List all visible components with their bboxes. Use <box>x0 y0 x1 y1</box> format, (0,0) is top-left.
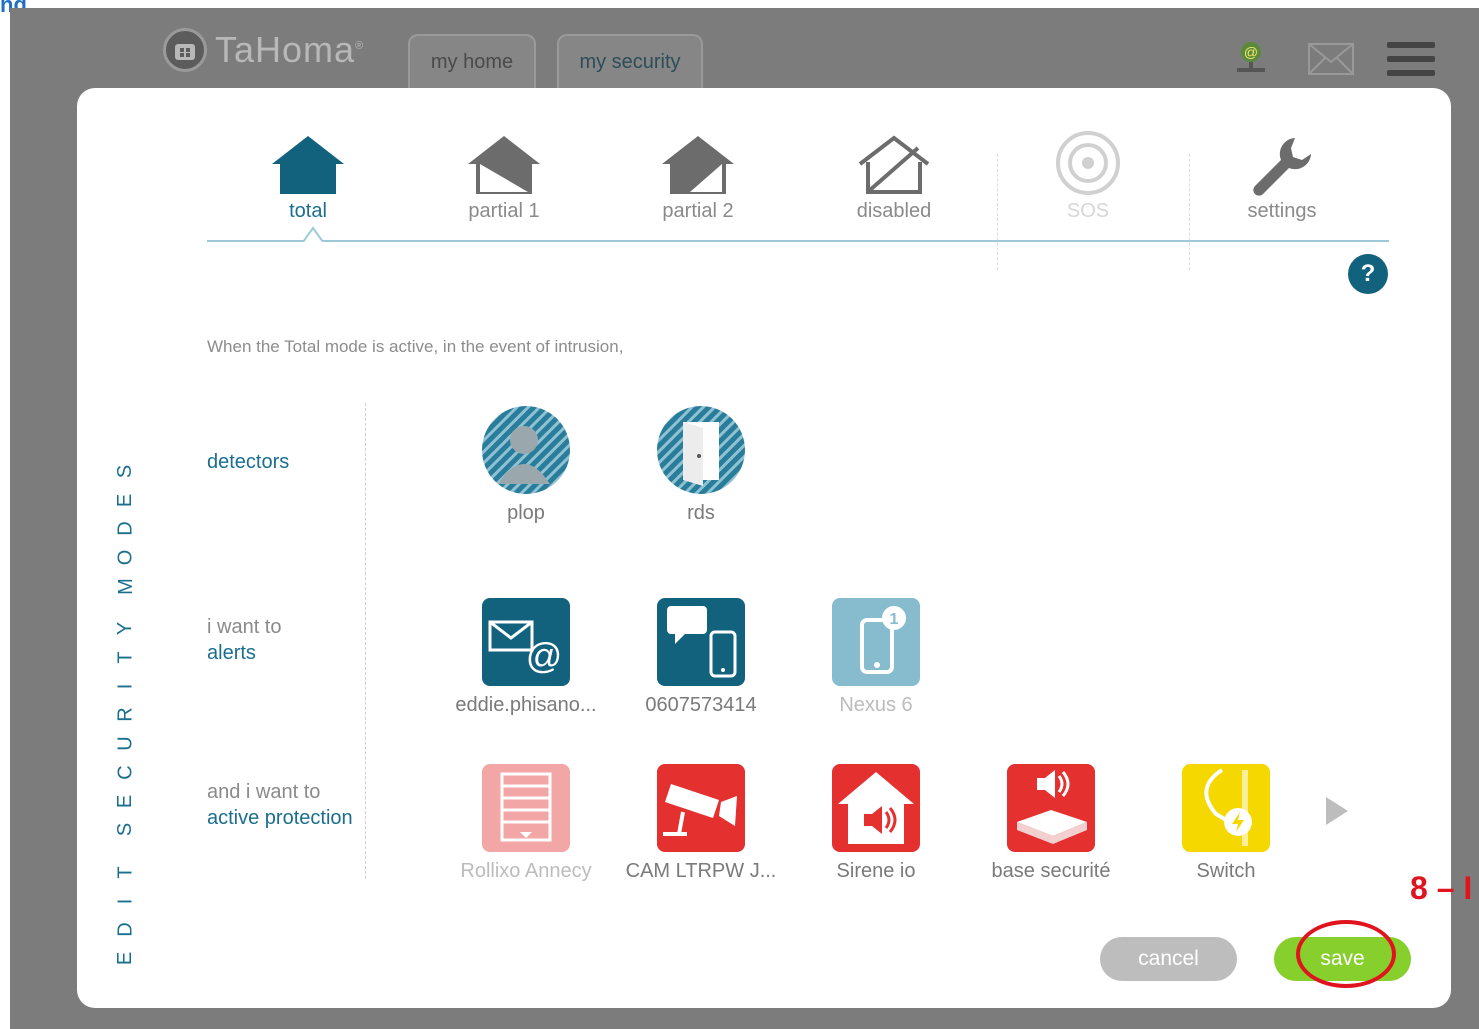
tab-underline <box>207 240 1389 242</box>
email-alert-icon: @ <box>482 598 570 686</box>
edit-security-modes-dialog: S E D O M Y T I R U C E S T I D E total … <box>77 88 1451 1008</box>
wrench-icon <box>1207 118 1357 196</box>
title-letter: D <box>114 521 137 537</box>
title-letter: I <box>114 898 137 904</box>
step-annotation: 8 – I <box>1410 870 1473 906</box>
menu-icon[interactable] <box>1387 38 1435 80</box>
siren-house-icon <box>832 764 920 852</box>
title-letter: E <box>114 794 137 808</box>
tab-label: settings <box>1247 200 1317 222</box>
house-partial-1-icon <box>429 118 579 196</box>
tab-my-home[interactable]: my home <box>408 34 536 88</box>
app-name: TaHoma® <box>215 29 365 70</box>
camera-icon <box>657 764 745 852</box>
item-caption: Switch <box>1196 860 1256 882</box>
title-letter: C <box>114 765 137 780</box>
title-letter: U <box>114 736 137 751</box>
vertical-title: S E D O M Y T I R U C E S T I D E <box>111 460 141 970</box>
alert-nexus-6[interactable]: 1 Nexus 6 <box>796 598 956 717</box>
row-label-prefix: and i want to <box>207 781 321 803</box>
item-caption: Sirene io <box>836 860 916 882</box>
phone-notification-icon: 1 <box>832 598 920 686</box>
alerts-label: i want to alerts <box>207 614 281 666</box>
item-caption: CAM LTRPW J... <box>625 860 777 882</box>
row-label: alerts <box>207 642 256 664</box>
title-letter: T <box>114 651 137 664</box>
tab-label: partial 1 <box>468 200 540 222</box>
tab-disabled[interactable]: disabled <box>819 118 969 223</box>
title-letter: E <box>114 493 137 507</box>
active-tab-caret <box>303 226 323 242</box>
door-detector-icon <box>657 406 745 494</box>
svg-text:@: @ <box>1244 44 1258 60</box>
notification-badge: 1 <box>890 611 899 628</box>
title-letter: R <box>114 707 137 723</box>
tab-settings[interactable]: settings <box>1207 118 1357 223</box>
sms-alert-icon <box>657 598 745 686</box>
base-siren-icon <box>1007 764 1095 852</box>
plug-icon <box>1182 764 1270 852</box>
protect-rollixo-annecy[interactable]: Rollixo Annecy <box>446 764 606 883</box>
row-label: active protection <box>207 807 353 829</box>
intro-text: When the Total mode is active, in the ev… <box>207 337 624 356</box>
tab-separator <box>1189 154 1190 270</box>
protect-cam-ltrpw[interactable]: CAM LTRPW J... <box>621 764 781 883</box>
item-caption: base securité <box>991 860 1111 882</box>
title-letter: Y <box>114 622 137 636</box>
house-filled-icon <box>233 118 383 196</box>
item-caption: eddie.phisano... <box>455 694 597 716</box>
protect-base-securite[interactable]: base securité <box>971 764 1131 883</box>
tab-label: disabled <box>856 200 932 222</box>
column-divider <box>365 403 366 879</box>
item-caption: rds <box>687 502 715 524</box>
protect-switch[interactable]: Switch <box>1146 764 1306 883</box>
tab-my-security[interactable]: my security <box>557 34 703 88</box>
item-caption: plop <box>507 502 545 524</box>
tab-partial-1[interactable]: partial 1 <box>429 118 579 223</box>
title-letter: M <box>114 578 137 595</box>
house-partial-2-icon <box>623 118 773 196</box>
person-detector-icon <box>482 406 570 494</box>
svg-text:@: @ <box>526 635 563 676</box>
tab-total[interactable]: total <box>233 118 383 223</box>
item-caption: Rollixo Annecy <box>460 860 592 882</box>
title-letter: D <box>114 922 137 937</box>
alert-sms[interactable]: 0607573414 <box>621 598 781 717</box>
next-arrow-icon[interactable] <box>1326 797 1348 825</box>
tab-partial-2[interactable]: partial 2 <box>623 118 773 223</box>
network-at-icon[interactable]: @ <box>1227 38 1275 80</box>
highlight-ring <box>1296 920 1396 988</box>
title-letter: O <box>114 549 137 566</box>
tab-label: partial 2 <box>662 200 734 222</box>
cancel-button[interactable]: cancel <box>1100 937 1237 981</box>
title-letter: T <box>114 866 137 879</box>
home-logo-icon <box>163 28 207 72</box>
title-letter: I <box>114 683 137 690</box>
help-button[interactable]: ? <box>1348 254 1388 294</box>
tab-label: SOS <box>1066 200 1110 222</box>
app-logo[interactable]: TaHoma® <box>163 28 364 72</box>
protection-label: and i want to active protection <box>207 779 353 831</box>
item-caption: 0607573414 <box>645 694 757 716</box>
alert-email[interactable]: @ eddie.phisano... <box>446 598 606 717</box>
item-caption: Nexus 6 <box>839 694 913 716</box>
top-toolbar: @ <box>1227 38 1435 80</box>
detectors-label: detectors <box>207 449 289 475</box>
detector-rds[interactable]: rds <box>621 406 781 525</box>
title-letter: S <box>114 464 137 479</box>
tab-label: total <box>289 200 327 222</box>
tab-separator <box>997 154 998 270</box>
target-icon <box>1013 118 1163 196</box>
mail-icon[interactable] <box>1307 38 1355 80</box>
detector-plop[interactable]: plop <box>446 406 606 525</box>
mode-tabs: total partial 1 partial 2 disabled SOS s… <box>207 118 1389 270</box>
tab-sos[interactable]: SOS <box>1013 118 1163 223</box>
protect-sirene-io[interactable]: Sirene io <box>796 764 956 883</box>
title-letter: S <box>114 823 137 837</box>
row-label: detectors <box>207 451 290 473</box>
house-outline-icon <box>819 118 969 196</box>
shutter-icon <box>482 764 570 852</box>
title-letter: E <box>114 951 137 966</box>
row-label-prefix: i want to <box>207 616 282 638</box>
